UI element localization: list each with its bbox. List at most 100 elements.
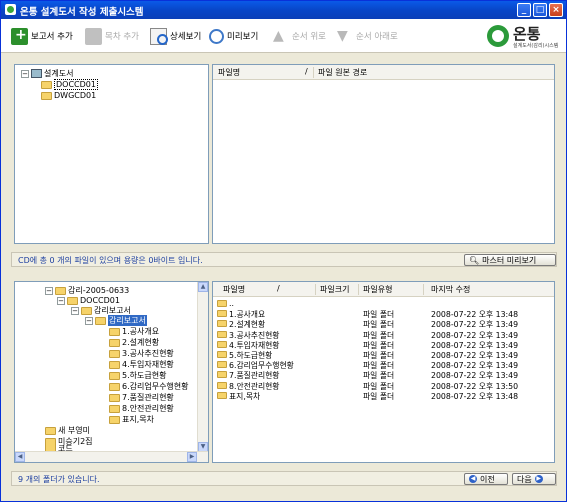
collapse-icon[interactable]: − bbox=[71, 306, 79, 315]
magnifier-icon bbox=[209, 28, 224, 44]
tree-node-doccd01[interactable]: DOCCD01 bbox=[41, 79, 98, 90]
tree-node[interactable]: 2.설계현황 bbox=[109, 337, 159, 348]
tree-node[interactable]: 7.품질관리현황 bbox=[109, 392, 174, 403]
folder-icon bbox=[217, 340, 227, 348]
scroll-up-icon[interactable]: ▲ bbox=[198, 282, 208, 292]
column-filetype[interactable]: 파일유형 bbox=[363, 284, 392, 295]
arrow-up-icon bbox=[272, 28, 289, 45]
collapse-icon[interactable]: − bbox=[57, 296, 65, 305]
vertical-scrollbar[interactable]: ▲ ▼ bbox=[197, 282, 208, 452]
open-folder-icon bbox=[95, 316, 106, 325]
folder-icon bbox=[109, 327, 120, 336]
tree-node-selected[interactable]: − 감리보고서 bbox=[85, 315, 147, 326]
tree-node[interactable]: 4.투입자재현황 bbox=[109, 359, 174, 370]
move-down-button[interactable]: 순서 아래로 bbox=[336, 25, 398, 47]
scroll-right-icon[interactable]: ▶ bbox=[187, 452, 197, 462]
folder-tree[interactable]: − 감리-2005-0633 − DOCCD01 − 감리보고서 − 감리보고서… bbox=[14, 281, 209, 463]
list-row[interactable]: 표지,목차 파일 폴더 2008-07-22 오후 13:48 bbox=[213, 391, 554, 401]
list-header: 파일명 / 파일 원본 경로 bbox=[213, 65, 554, 80]
detail-view-button[interactable]: 상세보기 bbox=[150, 25, 201, 47]
arrow-down-icon bbox=[336, 28, 353, 45]
folder-file-list[interactable]: 파일명 / 파일크기 파일유형 마지막 수정 .. 1.공사개요 파일 폴더 2008… bbox=[212, 281, 555, 463]
folder-icon bbox=[109, 338, 120, 347]
app-window: 온통 설계도서 작성 제출시스템 _ □ × 보고서 추가 목차 추가 상세보기… bbox=[0, 0, 567, 502]
computer-icon bbox=[31, 69, 42, 78]
logo-mark-icon bbox=[487, 25, 509, 47]
folder-icon bbox=[217, 361, 227, 369]
document-icon bbox=[85, 27, 102, 45]
column-filename[interactable]: 파일명 bbox=[218, 67, 240, 78]
horizontal-scrollbar[interactable]: ◀ ▶ bbox=[15, 451, 208, 462]
sort-icon: / bbox=[277, 284, 280, 293]
tree-node[interactable]: 8.안전관리현황 bbox=[109, 403, 174, 414]
column-filename[interactable]: 파일명 bbox=[223, 284, 245, 295]
folder-icon bbox=[217, 351, 227, 358]
tree-node[interactable]: 5.하도급현황 bbox=[109, 370, 166, 381]
folder-icon bbox=[109, 371, 120, 380]
master-preview-button[interactable]: 🔍︎ 마스터 미리보기 bbox=[464, 254, 556, 266]
tree-node[interactable]: 1.공사개요 bbox=[109, 326, 159, 337]
list-row[interactable]: 4.투입자재현황 파일 폴더 2008-07-22 오후 13:49 bbox=[213, 340, 554, 350]
row-modified: 2008-07-22 오후 13:48 bbox=[431, 391, 519, 401]
folder-icon bbox=[67, 296, 78, 305]
folder-icon bbox=[217, 330, 227, 338]
tree-node[interactable]: 표지,목차 bbox=[109, 414, 154, 425]
brand-logo: 온통 설계도서(감리)시스템 bbox=[487, 23, 565, 51]
list-row[interactable]: 2.설계현황 파일 폴더 2008-07-22 오후 13:49 bbox=[213, 319, 554, 329]
folder-icon bbox=[217, 371, 227, 379]
folder-icon bbox=[81, 306, 92, 315]
folder-icon bbox=[217, 381, 227, 389]
scroll-left-icon[interactable]: ◀ bbox=[15, 452, 25, 462]
tree-node[interactable]: 3.공사추진현황 bbox=[109, 348, 174, 359]
cd-tree[interactable]: − 설계도서 DOCCD01 DWGCD01 bbox=[14, 64, 209, 244]
tree-node[interactable]: 새 부영미 bbox=[45, 425, 90, 436]
folder-status-text: 9 개의 폴더가 있습니다. bbox=[18, 475, 100, 484]
magnifier-icon: 🔍︎ bbox=[469, 255, 480, 265]
tree-node-root[interactable]: − 설계도서 bbox=[21, 68, 73, 79]
maximize-button[interactable]: □ bbox=[533, 3, 547, 17]
collapse-icon[interactable]: − bbox=[21, 69, 29, 78]
preview-button[interactable]: 미리보기 bbox=[209, 25, 258, 47]
list-row[interactable]: 7.품질관리현황 파일 폴더 2008-07-22 오후 13:49 bbox=[213, 370, 554, 380]
row-filetype: 파일 폴더 bbox=[363, 391, 395, 401]
cd-file-list[interactable]: 파일명 / 파일 원본 경로 bbox=[212, 64, 555, 244]
window-title: 온통 설계도서 작성 제출시스템 bbox=[20, 7, 144, 18]
folder-icon bbox=[217, 391, 227, 399]
list-row[interactable]: 1.공사개요 파일 폴더 2008-07-22 오후 13:48 bbox=[213, 309, 554, 319]
collapse-icon[interactable]: − bbox=[85, 316, 93, 325]
sort-icon: / bbox=[305, 67, 308, 76]
column-modified[interactable]: 마지막 수정 bbox=[431, 284, 470, 295]
move-up-button[interactable]: 순서 위로 bbox=[272, 25, 326, 47]
folder-icon bbox=[41, 91, 52, 100]
column-source-path[interactable]: 파일 원본 경로 bbox=[318, 67, 367, 78]
add-toc-button[interactable]: 목차 추가 bbox=[85, 25, 139, 47]
list-row[interactable]: 6.감리업무수행현황 파일 폴더 2008-07-22 오후 13:49 bbox=[213, 360, 554, 370]
toolbar: 보고서 추가 목차 추가 상세보기 미리보기 순서 위로 순서 아래로 온통 설… bbox=[1, 19, 566, 53]
tree-node-dwgcd01[interactable]: DWGCD01 bbox=[41, 90, 96, 101]
cd-status-text: CD에 총 0 개의 파일이 있으며 용량은 0바이트 입니다. bbox=[18, 256, 203, 265]
next-button[interactable]: 다음 ▶ bbox=[512, 473, 556, 485]
close-button[interactable]: × bbox=[549, 3, 563, 17]
folder-icon bbox=[217, 310, 227, 318]
tree-node[interactable]: 6.감리업무수행현황 bbox=[109, 381, 189, 392]
cd-status-bar: CD에 총 0 개의 파일이 있으며 용량은 0바이트 입니다. 🔍︎ 마스터 … bbox=[11, 252, 557, 267]
prev-button[interactable]: ◀ 이전 bbox=[464, 473, 508, 485]
list-row[interactable]: 8.안전관리현황 파일 폴더 2008-07-22 오후 13:50 bbox=[213, 381, 554, 391]
folder-icon bbox=[217, 320, 227, 328]
column-filesize[interactable]: 파일크기 bbox=[320, 284, 349, 295]
list-row[interactable]: 5.하도급현황 파일 폴더 2008-07-22 오후 13:49 bbox=[213, 350, 554, 360]
folder-icon bbox=[109, 382, 120, 391]
folder-icon bbox=[109, 404, 120, 413]
folder-icon bbox=[109, 415, 120, 424]
collapse-icon[interactable]: − bbox=[45, 286, 53, 295]
row-filename: .. bbox=[229, 299, 234, 308]
row-filename: 표지,목차 bbox=[229, 391, 261, 401]
list-row[interactable]: 3.공사추진현황 파일 폴더 2008-07-22 오후 13:49 bbox=[213, 330, 554, 340]
list-row[interactable]: .. bbox=[213, 299, 554, 309]
arrow-right-icon: ▶ bbox=[534, 475, 543, 483]
title-bar[interactable]: 온통 설계도서 작성 제출시스템 _ □ × bbox=[1, 1, 566, 19]
add-report-button[interactable]: 보고서 추가 bbox=[11, 25, 73, 47]
detail-view-icon bbox=[150, 27, 168, 45]
minimize-button[interactable]: _ bbox=[517, 3, 531, 17]
folder-icon bbox=[45, 426, 56, 435]
